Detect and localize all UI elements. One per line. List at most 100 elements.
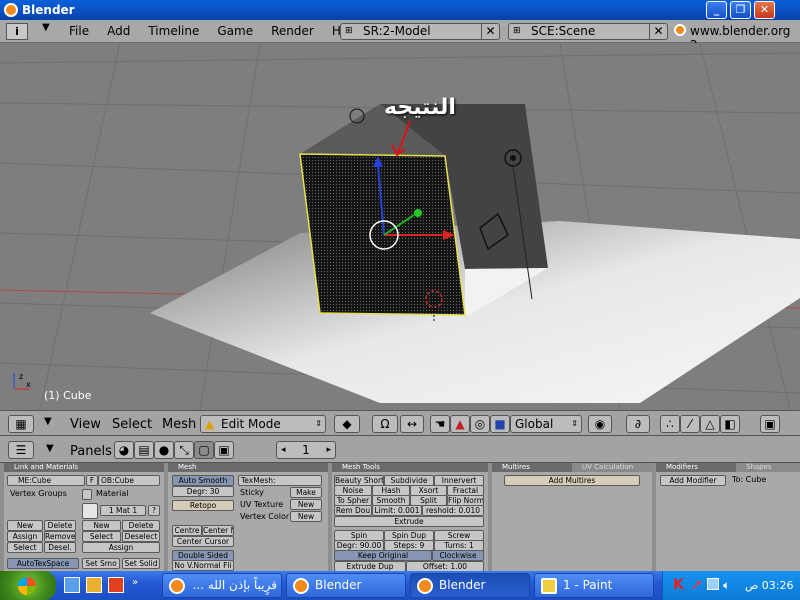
orientation-selector[interactable]: Global ⇕ [510, 415, 582, 433]
close-icon[interactable]: ✕ [754, 1, 775, 19]
quicklaunch-expand-icon[interactable]: » [132, 577, 142, 593]
material-help-button[interactable]: ? [148, 505, 160, 516]
set-solid-button[interactable]: Set Solid [122, 558, 160, 569]
material-index-field[interactable]: 1 Mat 1 [100, 505, 146, 516]
minimize-icon[interactable]: _ [706, 1, 727, 19]
scale-icon[interactable]: ■ [490, 415, 510, 433]
retopo-toggle[interactable]: Retopo [172, 500, 234, 511]
menu-select[interactable]: Select [112, 417, 152, 432]
mesh-datablock-field[interactable]: ME:Cube [7, 475, 85, 486]
rotate-icon[interactable]: ◎ [470, 415, 490, 433]
pivot-icon[interactable]: Ω [372, 415, 398, 433]
menu-view[interactable]: View [70, 417, 101, 432]
material-select-button[interactable]: Select [82, 531, 121, 542]
extrude-dup-button[interactable]: Extrude Dup [334, 561, 406, 571]
vgroup-remove-button[interactable]: Remove [44, 531, 76, 542]
fake-user-button[interactable]: F [86, 475, 98, 486]
texmesh-field[interactable]: TexMesh: [238, 475, 322, 486]
taskbar-item-4[interactable]: 1 - Paint [534, 573, 654, 598]
screen-selector[interactable]: ⊞ SR:2-Model ✕ [340, 23, 500, 40]
collapse-menu-icon[interactable]: ▼ [42, 22, 50, 33]
show-desktop-icon[interactable] [64, 577, 80, 593]
draw-type-icon[interactable]: ◆ [334, 415, 360, 433]
mode-selector[interactable]: ▲ Edit Mode ⇕ [200, 415, 326, 433]
editing-context-icon[interactable]: ▢ [194, 441, 214, 459]
threshold-field[interactable]: reshold: 0.010 [422, 505, 484, 516]
collapse-buttons-header-icon[interactable]: ▼ [46, 443, 54, 454]
material-delete-button[interactable]: Delete [122, 520, 160, 531]
menu-render[interactable]: Render [262, 24, 323, 38]
menu-file[interactable]: File [60, 24, 98, 38]
menu-game[interactable]: Game [208, 24, 262, 38]
delete-screen-icon[interactable]: ✕ [481, 23, 499, 40]
centre-new-button[interactable]: Center Ne [202, 525, 234, 536]
buttons-editor-type-icon[interactable]: ☰ [8, 441, 34, 459]
translate-icon[interactable]: ▲ [450, 415, 470, 433]
start-button[interactable] [0, 571, 56, 600]
offset-field[interactable]: Offset: 1.00 [406, 561, 484, 571]
taskbar-item-3[interactable]: Blender [410, 573, 530, 598]
scene-selector[interactable]: ⊞ SCE:Scene ✕ [508, 23, 668, 40]
shapes-tab[interactable]: Shapes [736, 463, 800, 472]
frame-field[interactable]: ◂ 1 ▸ [276, 441, 336, 459]
render-view-icon[interactable]: ▣ [760, 415, 780, 433]
set-smooth-button[interactable]: Set Smo [82, 558, 120, 569]
scene-context-icon[interactable]: ▣ [214, 441, 234, 459]
clockwise-toggle[interactable]: Clockwise [432, 550, 484, 561]
collapse-header-icon[interactable]: ▼ [44, 416, 52, 427]
material-assign-button[interactable]: Assign [82, 542, 160, 553]
vgroup-select-button[interactable]: Select [7, 542, 43, 553]
limit-field[interactable]: Limit: 0.001 [372, 505, 422, 516]
extrude-button[interactable]: Extrude [334, 516, 484, 527]
vgroup-delete-button[interactable]: Delete [44, 520, 76, 531]
uv-texture-new-button[interactable]: New [290, 499, 322, 510]
auto-smooth-degree-field[interactable]: Degr: 30 [172, 486, 234, 497]
sticky-make-button[interactable]: Make [290, 487, 322, 498]
vertex-color-new-button[interactable]: New [290, 511, 322, 522]
material-new-button[interactable]: New [82, 520, 121, 531]
vgroup-assign-button[interactable]: Assign [7, 531, 43, 542]
vgroup-new-button[interactable]: New [7, 520, 43, 531]
editor-type-icon[interactable]: ▦ [8, 415, 34, 433]
manipulator-toggle-icon[interactable]: ↔ [400, 415, 424, 433]
autotexspace-toggle[interactable]: AutoTexSpace [7, 558, 79, 569]
centre-button[interactable]: Centre [172, 525, 202, 536]
proportional-edit-icon[interactable]: ∂ [626, 415, 650, 433]
material-deselect-button[interactable]: Deselect [122, 531, 160, 542]
taskbar-item-1[interactable]: قرٍيباً بإذن الله ... [162, 573, 282, 598]
hand-icon[interactable]: ☚ [430, 415, 450, 433]
network-icon[interactable] [707, 578, 719, 590]
cursor-tray-icon[interactable]: ➚ [691, 577, 703, 593]
delete-scene-icon[interactable]: ✕ [649, 23, 667, 40]
face-select-icon[interactable]: △ [700, 415, 720, 433]
shading-context-icon[interactable]: ● [154, 441, 174, 459]
antivirus-icon[interactable]: K [673, 577, 684, 593]
vgroup-deselect-button[interactable]: Desel. [44, 542, 76, 553]
add-modifier-button[interactable]: Add Modifier [660, 475, 726, 486]
media-player-icon[interactable] [108, 577, 124, 593]
center-cursor-button[interactable]: Center Cursor [172, 536, 234, 547]
no-vnormal-flip-toggle[interactable]: No V.Normal Fli [172, 560, 234, 571]
script-context-icon[interactable]: ▤ [134, 441, 154, 459]
uv-calculation-tab[interactable]: UV Calculation [572, 463, 652, 472]
occlude-icon[interactable]: ◧ [720, 415, 740, 433]
logic-context-icon[interactable]: ◕ [114, 441, 134, 459]
object-context-icon[interactable]: ⤡ [174, 441, 194, 459]
auto-smooth-toggle[interactable]: Auto Smooth [172, 475, 234, 486]
info-window-icon[interactable]: i [6, 23, 28, 40]
menu-add[interactable]: Add [98, 24, 139, 38]
restore-icon[interactable]: ❐ [730, 1, 751, 19]
edge-select-icon[interactable]: ⁄ [680, 415, 700, 433]
remove-doubles-button[interactable]: Rem Dou [334, 505, 372, 516]
vertex-select-icon[interactable]: ∴ [660, 415, 680, 433]
menu-timeline[interactable]: Timeline [139, 24, 208, 38]
explorer-icon[interactable] [86, 577, 102, 593]
3d-viewport[interactable]: z x النتيجه (1) Cube [0, 43, 800, 410]
object-name-field[interactable]: OB:Cube [98, 475, 160, 486]
taskbar-item-2[interactable]: Blender [286, 573, 406, 598]
add-multires-button[interactable]: Add Multires [504, 475, 640, 486]
volume-icon[interactable]: 🔈︎ [723, 578, 730, 593]
keep-original-toggle[interactable]: Keep Original [334, 550, 432, 561]
layer-icon[interactable]: ◉ [588, 415, 612, 433]
menu-mesh[interactable]: Mesh [162, 417, 196, 432]
